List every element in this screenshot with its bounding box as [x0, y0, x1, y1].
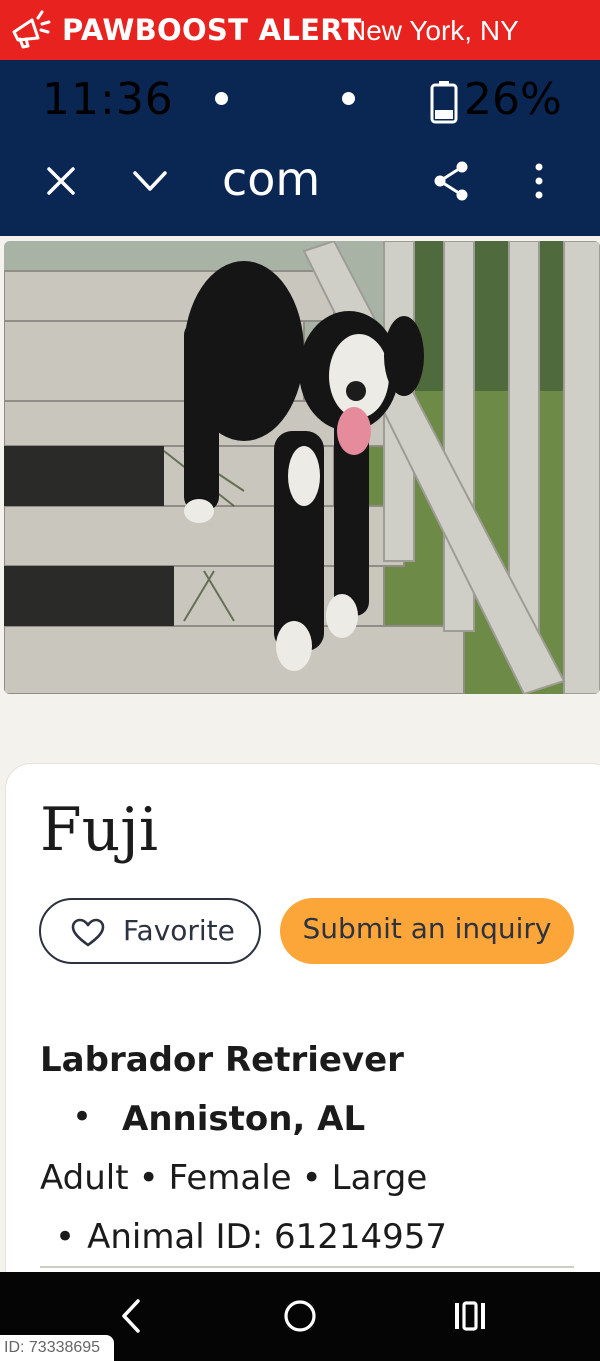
bullet-separator: • [72, 1097, 93, 1137]
pet-sex: Female [168, 1158, 292, 1198]
status-time: 11:36 [42, 74, 174, 125]
notification-dot-icon [342, 92, 355, 105]
pet-animal-id: Animal ID: 61214957 [87, 1217, 448, 1257]
pawboost-alert-bar: PAWBOOST ALERT New York, NY [0, 0, 600, 60]
submit-inquiry-button[interactable]: Submit an inquiry [280, 898, 574, 964]
close-icon[interactable] [45, 165, 77, 197]
battery-icon [430, 81, 458, 124]
favorite-button[interactable]: Favorite [39, 898, 261, 964]
divider [40, 1266, 574, 1268]
submit-inquiry-label: Submit an inquiry [302, 912, 552, 945]
favorite-label: Favorite [123, 914, 235, 947]
pet-age: Adult [40, 1158, 129, 1198]
home-icon[interactable] [283, 1299, 317, 1333]
pet-breed: Labrador Retriever [40, 1040, 404, 1080]
pet-size: Large [331, 1158, 428, 1198]
recents-icon[interactable] [453, 1300, 487, 1332]
bullet-separator: • [138, 1158, 159, 1198]
alert-location: New York, NY [346, 15, 519, 46]
pet-animal-id-row: • Animal ID: 61214957 [55, 1217, 447, 1257]
notification-dot-icon [215, 92, 228, 105]
heart-icon [71, 918, 105, 947]
bullet-separator: • [301, 1158, 322, 1198]
battery-percent: 26% [464, 74, 562, 125]
chevron-down-icon[interactable] [132, 168, 168, 194]
bullet-separator: • [55, 1217, 76, 1257]
pet-location: Anniston, AL [122, 1099, 366, 1139]
megaphone-icon [12, 10, 51, 49]
kebab-menu-icon[interactable] [532, 162, 546, 202]
alert-brand: PAWBOOST ALERT [62, 13, 362, 47]
share-icon[interactable] [432, 160, 470, 202]
url-field[interactable]: com [222, 152, 320, 206]
pet-photo-illustration [4, 241, 600, 694]
back-icon[interactable] [118, 1298, 144, 1334]
pet-name: Fuji [40, 795, 159, 865]
pet-attributes: Adult • Female • Large [40, 1158, 427, 1198]
pet-photo [4, 241, 600, 694]
image-id-tag: ID: 73338695 [0, 1335, 114, 1361]
